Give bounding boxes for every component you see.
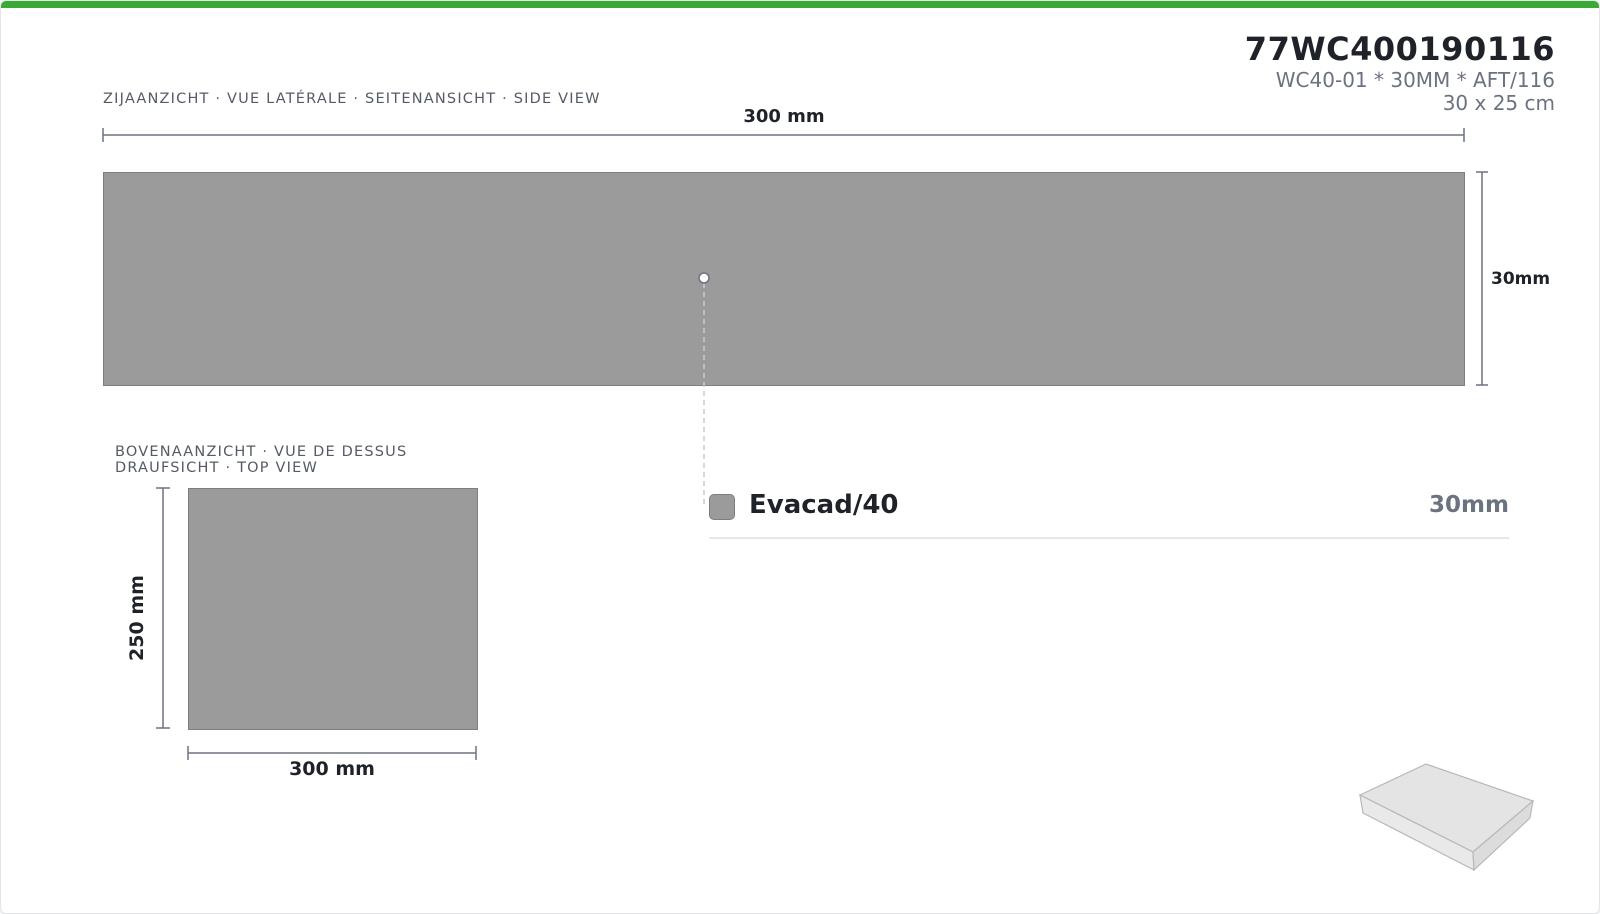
layer-swatch	[709, 494, 735, 520]
layer-legend-row: Evacad/40 30mm	[709, 487, 1509, 539]
dimension-lines	[102, 128, 1535, 872]
layer-name: Evacad/40	[749, 490, 899, 520]
layer-thickness: 30mm	[1429, 492, 1509, 518]
drawing-sheet: 77WC400190116 WC40-01 * 30MM * AFT/116 3…	[0, 0, 1600, 914]
isometric-box-icon	[1358, 763, 1535, 872]
layer-marker-icon	[698, 272, 710, 284]
